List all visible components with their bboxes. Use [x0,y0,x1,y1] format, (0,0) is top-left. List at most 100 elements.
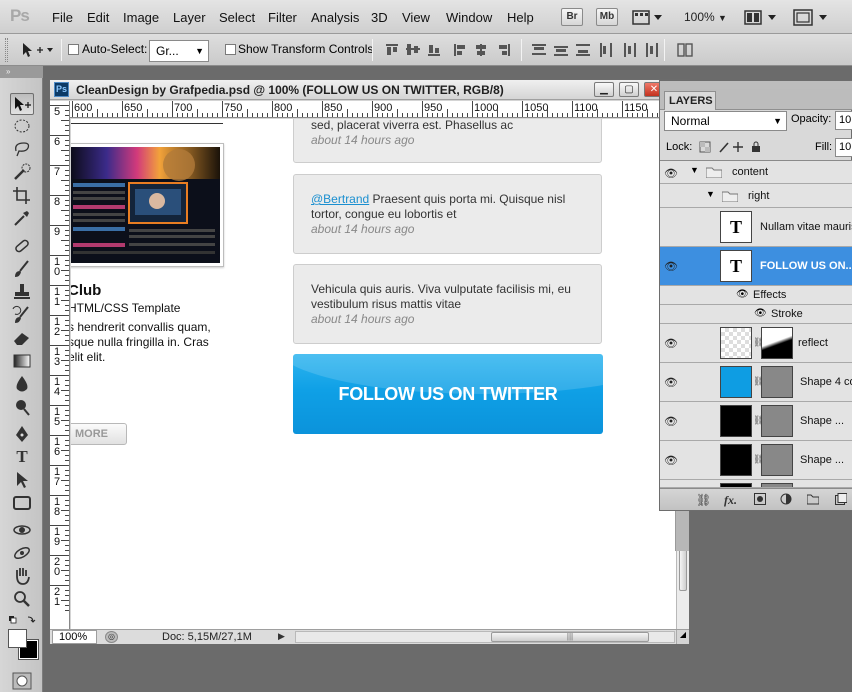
show-transform-checkbox[interactable] [225,44,236,55]
eye-icon[interactable]: 👁 [664,337,678,350]
auto-align-icon[interactable] [676,42,694,58]
layer-shape-4-copy[interactable]: 👁 ⛓ Shape 4 co [660,363,852,402]
rectangle-tool-icon[interactable] [10,493,34,515]
healing-brush-tool-icon[interactable] [10,236,34,258]
view-extras-icon[interactable] [632,9,664,26]
type-tool-icon[interactable]: T [10,447,34,469]
layer-mask-thumbnail[interactable] [761,327,793,359]
fx-icon[interactable]: fx. [724,493,737,508]
layer-text-nullam[interactable]: T Nullam vitae mauris [660,208,852,247]
eye-icon[interactable]: 👁 [754,308,767,319]
auto-select-dropdown[interactable]: Gr... ▼ [149,40,209,62]
menu-image[interactable]: Image [123,10,159,25]
zoom-input[interactable]: 100% [52,630,97,644]
move-tool-preset-icon[interactable] [20,41,56,59]
eyedropper-tool-icon[interactable] [10,208,34,230]
mention-link[interactable]: @Bertrand [311,192,369,206]
3d-rotate-tool-icon[interactable] [10,520,34,542]
vector-mask-thumbnail[interactable] [761,405,793,437]
menu-window[interactable]: Window [446,10,492,25]
menu-view[interactable]: View [402,10,430,25]
maximize-button[interactable]: ▢ [619,82,639,97]
eye-icon[interactable]: 👁 [664,167,678,180]
foreground-color-swatch[interactable] [8,629,27,648]
horizontal-scrollbar[interactable]: ||| [295,631,675,643]
distribute-icons[interactable] [530,42,660,58]
menu-3d[interactable]: 3D [371,10,388,25]
layer-reflect[interactable]: 👁 ⛓ reflect [660,324,852,363]
marquee-tool-icon[interactable] [10,116,34,138]
document-titlebar[interactable]: Ps CleanDesign by Grafpedia.psd @ 100% (… [50,80,689,100]
disclosure-triangle-icon[interactable]: ▼ [690,165,699,175]
layer-group-content[interactable]: 👁 ▼ content [660,161,852,184]
lock-icons[interactable] [698,140,764,154]
crop-tool-icon[interactable] [10,185,34,207]
screen-mode-icon[interactable] [793,9,829,26]
status-info-icon[interactable]: ◎ [105,631,118,643]
options-bar-grip[interactable] [5,38,8,62]
layer-group-right[interactable]: ▼ right [660,184,852,208]
new-layer-icon[interactable] [835,493,848,508]
layer-text-follow-us-selected[interactable]: 👁 T FOLLOW US ON... [660,247,852,286]
status-menu-arrow-icon[interactable]: ▶ [278,631,288,643]
path-selection-tool-icon[interactable] [10,470,34,492]
layer-shape[interactable]: 👁 ⛓ Shape ... [660,441,852,480]
layer-partial[interactable] [660,480,852,488]
eye-icon[interactable]: 👁 [664,376,678,389]
mini-bridge-button[interactable]: Mb [596,8,618,26]
layer-effects[interactable]: 👁 Effects [660,286,852,305]
clone-stamp-tool-icon[interactable] [10,282,34,304]
canvas[interactable]: Club HTML/CSS Template s hendrerit conva… [71,119,676,629]
brush-tool-icon[interactable] [10,259,34,281]
follow-us-on-twitter-button[interactable]: FOLLOW US ON TWITTER [293,354,603,434]
disclosure-triangle-icon[interactable]: ▼ [706,189,715,199]
minimize-button[interactable]: ▁ [594,82,614,97]
opacity-input[interactable]: 10 [835,111,852,130]
layer-effect-stroke[interactable]: 👁 Stroke [660,305,852,324]
menu-edit[interactable]: Edit [87,10,109,25]
new-group-icon[interactable] [806,493,820,508]
blur-tool-icon[interactable] [10,374,34,396]
auto-select-checkbox[interactable] [68,44,79,55]
eye-icon[interactable]: 👁 [664,454,678,467]
eye-icon[interactable]: 👁 [664,415,678,428]
3d-orbit-tool-icon[interactable] [10,543,34,565]
dodge-tool-icon[interactable] [10,397,34,419]
eye-icon[interactable]: 👁 [664,260,678,273]
vector-mask-thumbnail[interactable] [761,444,793,476]
arrange-documents-icon[interactable] [744,9,778,26]
quick-mask-icon[interactable] [12,672,32,690]
move-tool-icon[interactable] [10,93,34,115]
history-brush-tool-icon[interactable] [10,305,34,327]
scrollbar-thumb[interactable]: ||| [491,632,649,642]
add-mask-icon[interactable] [754,493,766,508]
eye-icon[interactable]: 👁 [736,289,749,300]
link-layers-icon[interactable]: ⛓ [696,493,711,507]
blend-mode-dropdown[interactable]: Normal ▼ [664,111,787,131]
hand-tool-icon[interactable] [10,566,34,588]
vector-mask-thumbnail[interactable] [761,366,793,398]
panel-dock-bar[interactable] [660,81,852,89]
layer-shape[interactable]: 👁 ⛓ Shape ... [660,402,852,441]
quick-selection-tool-icon[interactable] [10,162,34,184]
menu-file[interactable]: File [52,10,73,25]
fill-input[interactable]: 10 [835,138,852,157]
tab-layers[interactable]: LAYERS [664,91,716,110]
menu-select[interactable]: Select [219,10,255,25]
lasso-tool-icon[interactable] [10,139,34,161]
resize-grip-icon[interactable]: ◢ [676,630,689,644]
align-icons[interactable] [384,42,524,58]
default-colors-icon[interactable] [8,614,38,624]
menu-help[interactable]: Help [507,10,534,25]
pen-tool-icon[interactable] [10,424,34,446]
more-button[interactable]: MORE [71,423,127,445]
gradient-tool-icon[interactable] [10,351,34,373]
project-thumbnail[interactable] [71,143,224,267]
menu-analysis[interactable]: Analysis [311,10,359,25]
adjustment-layer-icon[interactable] [780,493,792,508]
eraser-tool-icon[interactable] [10,328,34,350]
menu-layer[interactable]: Layer [173,10,206,25]
horizontal-ruler[interactable]: 600 650 700 750 800 850 900 950 1000 1050 1100 1150 [70,101,690,118]
vertical-ruler[interactable]: 5 6 7 8 9 1 0 1 1 1 2 1 3 1 4 1 5 1 6 1 7 1 8 1 9 2 0 2 … [50,101,70,629]
zoom-level[interactable]: 100% ▼ [684,10,727,24]
